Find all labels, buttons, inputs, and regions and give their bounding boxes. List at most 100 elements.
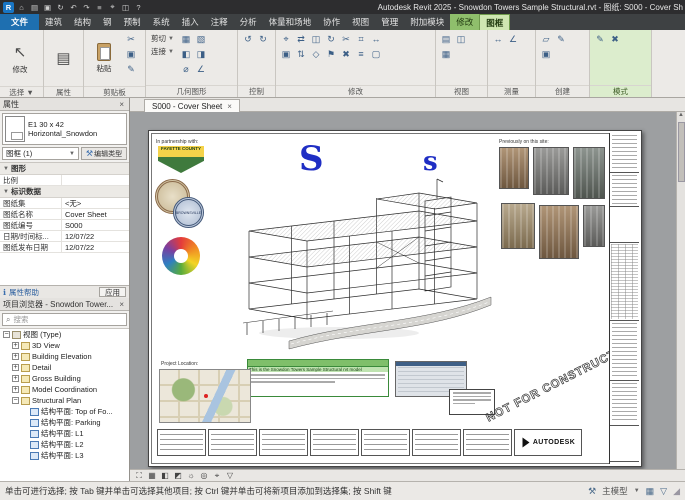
- zoom-icon[interactable]: ⛶: [133, 471, 145, 481]
- panel-label-select[interactable]: 选择 ▼: [0, 86, 43, 98]
- close-icon[interactable]: ×: [117, 300, 126, 309]
- rotate-icon[interactable]: ↻: [324, 32, 338, 46]
- ribbon-tab-11[interactable]: 管理: [375, 14, 404, 30]
- array-icon[interactable]: ⌗: [354, 32, 368, 46]
- panel-label-mode[interactable]: 模式: [590, 85, 651, 97]
- cut-icon[interactable]: ✂: [124, 32, 138, 46]
- crop-view-icon[interactable]: ⌖: [211, 471, 223, 481]
- panel-label-geometry[interactable]: 几何图形: [146, 85, 237, 97]
- tree-item-1[interactable]: +3D View: [0, 340, 129, 351]
- legend-icon[interactable]: ▣: [539, 47, 553, 61]
- redo-icon[interactable]: ↷: [81, 2, 92, 13]
- tree-item-7[interactable]: 结构平面: Top of Fo...: [0, 406, 129, 417]
- undo-icon[interactable]: ↶: [68, 2, 79, 13]
- copy-icon[interactable]: ▣: [124, 47, 138, 61]
- close-icon[interactable]: ×: [117, 100, 126, 109]
- help-icon[interactable]: ?: [133, 2, 144, 13]
- wall-opening-icon[interactable]: ⌀: [179, 62, 193, 76]
- ribbon-tab-4[interactable]: 系统: [147, 14, 176, 30]
- property-value[interactable]: 12/07/22: [62, 242, 129, 252]
- visibility-icon[interactable]: ▤: [439, 32, 453, 46]
- expander-icon[interactable]: +: [12, 353, 19, 360]
- ribbon-tab-12[interactable]: 附加模块: [404, 14, 450, 30]
- scroll-up-icon[interactable]: ▲: [678, 112, 684, 118]
- file-menu-button[interactable]: 文件: [0, 14, 39, 30]
- modify-tool-button[interactable]: ↖ 修改: [3, 32, 37, 84]
- sheet-s000-cover[interactable]: In partnership with: FAYETTE COUNTY BROW…: [148, 130, 642, 467]
- ribbon-tab-modify[interactable]: 修改: [450, 14, 479, 30]
- resize-grip[interactable]: ◢: [673, 486, 680, 497]
- properties-help-link[interactable]: 属性帮助: [9, 287, 39, 298]
- undo-control-icon[interactable]: ↺: [241, 32, 255, 46]
- expander-icon[interactable]: +: [12, 386, 19, 393]
- panel-label-modify[interactable]: 修改: [276, 85, 435, 97]
- drawing-area[interactable]: S000 - Cover Sheet × In partnership with…: [130, 98, 685, 481]
- render-icon[interactable]: ▦: [439, 47, 453, 61]
- expander-icon[interactable]: +: [12, 375, 19, 382]
- cancel-mode-icon[interactable]: ✖: [608, 32, 622, 46]
- view-tab-s000[interactable]: S000 - Cover Sheet ×: [144, 99, 240, 112]
- measure-length-icon[interactable]: ↔: [491, 32, 505, 46]
- paste-button[interactable]: 粘贴: [87, 32, 121, 84]
- group-icon[interactable]: ▢: [369, 47, 383, 61]
- scrollbar-thumb[interactable]: [678, 122, 685, 182]
- shadows-icon[interactable]: ◎: [198, 471, 210, 481]
- expander-icon[interactable]: −: [3, 331, 10, 338]
- property-value[interactable]: Cover Sheet: [62, 209, 129, 219]
- apply-button[interactable]: 应用: [99, 287, 126, 297]
- delete-icon[interactable]: ✖: [339, 47, 353, 61]
- cut-geometry-icon[interactable]: ▦: [179, 32, 193, 46]
- properties-palette-button[interactable]: ▤: [47, 32, 80, 84]
- visual-style-icon[interactable]: ◩: [172, 471, 184, 481]
- element-filter-combo[interactable]: 图框 (1)▼: [2, 147, 79, 160]
- scale-icon[interactable]: ◇: [309, 47, 323, 61]
- tree-item-5[interactable]: +Model Coordination: [0, 384, 129, 395]
- join-tool-icon[interactable]: ≡: [354, 47, 368, 61]
- active-model-label[interactable]: 主模型: [602, 485, 628, 497]
- ribbon-tab-9[interactable]: 协作: [317, 14, 346, 30]
- match-type-icon[interactable]: ✎: [124, 62, 138, 76]
- temporary-hide-icon[interactable]: ▽: [224, 471, 236, 481]
- ribbon-tab-titleblock[interactable]: 图框: [479, 14, 510, 30]
- ribbon-tab-2[interactable]: 钢: [97, 14, 118, 30]
- panel-label-view[interactable]: 视图: [436, 85, 487, 97]
- property-value[interactable]: 12/07/22: [62, 231, 129, 241]
- chevron-down-icon[interactable]: ▼: [634, 488, 640, 494]
- tree-item-4[interactable]: +Gross Building: [0, 373, 129, 384]
- design-options-icon[interactable]: ▦: [646, 486, 655, 497]
- align-icon[interactable]: ⌖: [279, 32, 293, 46]
- section-icon[interactable]: ◫: [120, 2, 131, 13]
- ribbon-tab-0[interactable]: 建筑: [39, 14, 68, 30]
- sync-icon[interactable]: ↻: [55, 2, 66, 13]
- panel-label-create[interactable]: 创建: [536, 85, 589, 97]
- panel-label-controls[interactable]: 控制: [238, 85, 275, 97]
- panel-label-clipboard[interactable]: 剪贴板: [84, 86, 145, 98]
- selection-filter-icon[interactable]: ▽: [660, 486, 667, 497]
- unjoin-icon[interactable]: ◨: [194, 47, 208, 61]
- split-icon[interactable]: ⇅: [294, 47, 308, 61]
- thin-lines-icon[interactable]: ◫: [454, 32, 468, 46]
- close-icon[interactable]: ×: [227, 102, 232, 111]
- property-value[interactable]: <无>: [62, 198, 129, 208]
- redo-control-icon[interactable]: ↻: [256, 32, 270, 46]
- tree-item-11[interactable]: 结构平面: L3: [0, 450, 129, 461]
- copy-icon[interactable]: ▣: [279, 47, 293, 61]
- expander-icon[interactable]: −: [12, 397, 19, 404]
- property-value[interactable]: S000: [62, 220, 129, 230]
- panel-label-properties[interactable]: 属性: [44, 86, 83, 98]
- print-icon[interactable]: ≡: [94, 2, 105, 13]
- tree-item-9[interactable]: 结构平面: L1: [0, 428, 129, 439]
- ribbon-tab-5[interactable]: 插入: [176, 14, 205, 30]
- open-icon[interactable]: ▤: [29, 2, 40, 13]
- detail-level-icon[interactable]: ◧: [159, 471, 171, 481]
- ribbon-tab-10[interactable]: 视图: [346, 14, 375, 30]
- tree-item-3[interactable]: +Detail: [0, 362, 129, 373]
- beam-icon[interactable]: ∠: [194, 62, 208, 76]
- property-group-1[interactable]: ▼标识数据: [0, 186, 129, 198]
- move-icon[interactable]: ↔: [369, 32, 383, 46]
- tree-item-0[interactable]: −视图 (Type): [0, 329, 129, 340]
- tree-item-8[interactable]: 结构平面: Parking: [0, 417, 129, 428]
- panel-label-measure[interactable]: 测量: [488, 85, 535, 97]
- apply-coping-icon[interactable]: ▧: [194, 32, 208, 46]
- pin-icon[interactable]: ⚑: [324, 47, 338, 61]
